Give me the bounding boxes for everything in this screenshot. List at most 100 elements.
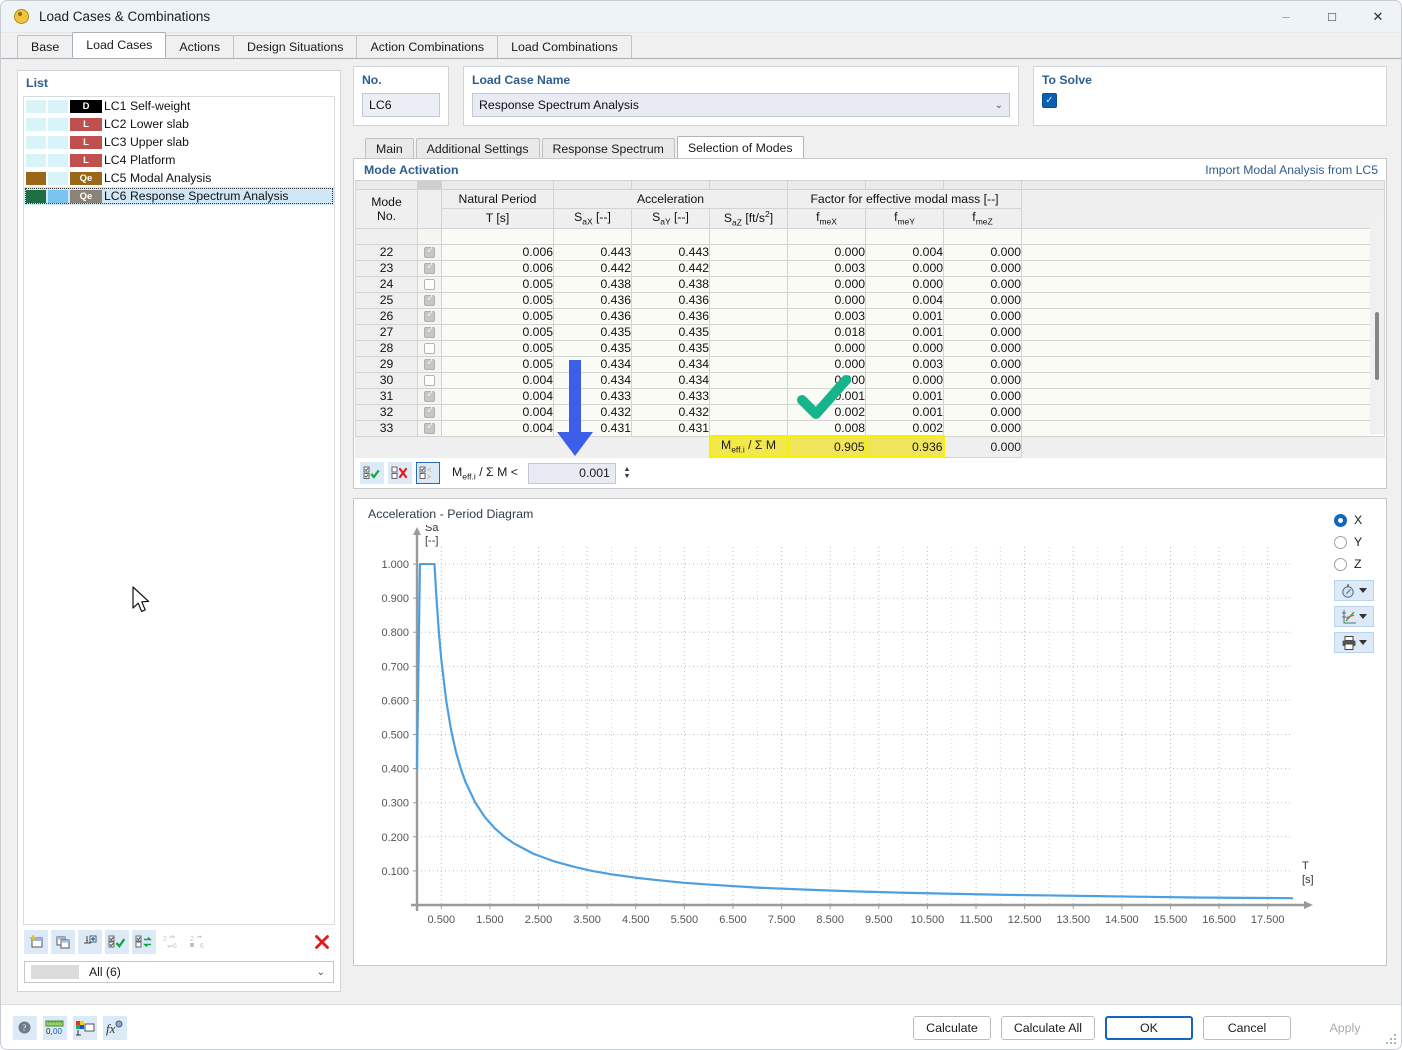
mode-checkbox[interactable]	[424, 375, 435, 386]
minimize-button[interactable]: –	[1263, 1, 1309, 33]
mode-checkbox[interactable]	[424, 247, 435, 258]
mode-checkbox[interactable]	[424, 343, 435, 354]
cell-activation[interactable]	[418, 388, 442, 404]
cell-activation[interactable]	[418, 340, 442, 356]
load-case-list[interactable]: D LC1 Self-weight L LC2 Lower slab L	[23, 96, 335, 925]
close-button[interactable]: ✕	[1355, 1, 1401, 33]
radio-axis-z[interactable]: Z	[1334, 553, 1378, 575]
cell-activation[interactable]	[418, 276, 442, 292]
cell-activation[interactable]	[418, 420, 442, 436]
chart-canvas[interactable]: 0.1000.2000.3000.4000.5000.6000.7000.800…	[362, 525, 1322, 955]
radio-dot-y[interactable]	[1334, 536, 1347, 549]
list-item[interactable]: L LC2 Lower slab	[24, 115, 334, 133]
col-header-activation[interactable]	[418, 190, 442, 229]
deactivate-all-modes-button[interactable]	[388, 462, 412, 484]
tab-load-combinations[interactable]: Load Combinations	[497, 35, 632, 58]
table-row[interactable]: 220.0060.4430.4430.0000.0040.000	[356, 244, 1385, 260]
apply-threshold-button[interactable]: <>	[416, 462, 440, 484]
radio-dot-z[interactable]	[1334, 558, 1347, 571]
tab-action-combinations[interactable]: Action Combinations	[356, 35, 498, 58]
mode-checkbox[interactable]	[424, 295, 435, 306]
table-row[interactable]: 320.0040.4320.4320.0020.0010.000	[356, 404, 1385, 420]
table-row[interactable]: 260.0050.4360.4360.0030.0010.000	[356, 308, 1385, 324]
mode-checkbox[interactable]	[424, 359, 435, 370]
formula-icon[interactable]: fx	[103, 1016, 127, 1040]
cell-activation[interactable]	[418, 404, 442, 420]
delete-icon[interactable]	[310, 930, 334, 954]
table-row[interactable]: 230.0060.4420.4420.0030.0000.000	[356, 260, 1385, 276]
table-row[interactable]: 240.0050.4380.4380.0000.0000.000	[356, 276, 1385, 292]
chevron-down-icon[interactable]	[1359, 640, 1367, 645]
cell-activation[interactable]	[418, 324, 442, 340]
import-modal-analysis-link[interactable]: Import Modal Analysis from LC5	[1205, 163, 1378, 177]
cell-activation[interactable]	[418, 372, 442, 388]
to-solve-checkbox[interactable]: ✓	[1042, 93, 1057, 108]
display-properties-icon[interactable]	[73, 1016, 97, 1040]
maximize-button[interactable]: □	[1309, 1, 1355, 33]
col-header-mode-no[interactable]: ModeNo.	[356, 190, 418, 229]
table-row[interactable]: 250.0050.4360.4360.0000.0040.000	[356, 292, 1385, 308]
radio-dot-x[interactable]	[1334, 514, 1347, 527]
units-icon[interactable]: 0,00	[43, 1016, 67, 1040]
scrollbar-thumb[interactable]	[1375, 312, 1379, 380]
tab-selection-of-modes[interactable]: Selection of Modes	[677, 136, 804, 158]
activate-all-modes-button[interactable]	[360, 462, 384, 484]
table-row[interactable]: 270.0050.4350.4350.0180.0010.000	[356, 324, 1385, 340]
threshold-input[interactable]: 0.001	[528, 463, 616, 484]
calculate-all-button[interactable]: Calculate All	[1001, 1016, 1095, 1040]
new-load-case-icon[interactable]	[24, 930, 48, 954]
mode-checkbox[interactable]	[424, 391, 435, 402]
radio-axis-x[interactable]: X	[1334, 509, 1378, 531]
mode-checkbox[interactable]	[424, 423, 435, 434]
tab-design-situations[interactable]: Design Situations	[233, 35, 357, 58]
axis-scale-icon[interactable]	[1334, 606, 1374, 627]
mode-checkbox[interactable]	[424, 279, 435, 290]
table-row[interactable]: 280.0050.4350.4350.0000.0000.000	[356, 340, 1385, 356]
list-item[interactable]: L LC3 Upper slab	[24, 133, 334, 151]
list-item[interactable]: Qe LC5 Modal Analysis	[24, 169, 334, 187]
table-scrollbar[interactable]	[1370, 216, 1384, 434]
tab-actions[interactable]: Actions	[165, 35, 234, 58]
chevron-down-icon[interactable]: ⌄	[995, 100, 1003, 111]
tab-main[interactable]: Main	[365, 138, 414, 158]
list-item-selected[interactable]: Qe LC6 Response Spectrum Analysis	[24, 187, 334, 205]
invert-selection-icon[interactable]	[132, 930, 156, 954]
copy-load-case-icon[interactable]	[51, 930, 75, 954]
table-row[interactable]: 290.0050.4340.4340.0000.0030.000	[356, 356, 1385, 372]
mode-checkbox[interactable]	[424, 407, 435, 418]
no-input[interactable]: LC6	[362, 93, 440, 117]
mode-checkbox[interactable]	[424, 311, 435, 322]
list-filter-select[interactable]: All (6) ⌄	[24, 961, 334, 983]
cell-activation[interactable]	[418, 244, 442, 260]
table-row[interactable]: 310.0040.4330.4330.0010.0010.000	[356, 388, 1385, 404]
list-item[interactable]: L LC4 Platform	[24, 151, 334, 169]
ok-button[interactable]: OK	[1105, 1016, 1193, 1040]
tab-base[interactable]: Base	[17, 35, 73, 58]
mode-checkbox[interactable]	[424, 263, 435, 274]
chevron-down-icon[interactable]	[1359, 614, 1367, 619]
cell-activation[interactable]	[418, 356, 442, 372]
diagram-settings-icon[interactable]	[1334, 580, 1374, 601]
calculate-button[interactable]: Calculate	[913, 1016, 991, 1040]
cell-activation[interactable]	[418, 260, 442, 276]
tab-additional-settings[interactable]: Additional Settings	[416, 138, 540, 158]
modes-table[interactable]: ModeNo. Natural Period Acceleration Fact…	[355, 180, 1385, 458]
print-icon[interactable]	[1334, 632, 1374, 653]
select-all-icon[interactable]	[105, 930, 129, 954]
chevron-down-icon[interactable]	[1359, 588, 1367, 593]
resize-grip[interactable]	[1386, 1034, 1398, 1046]
table-row[interactable]: 330.0040.4310.4310.0080.0020.000	[356, 420, 1385, 436]
stepper-up-icon[interactable]: ▲	[623, 466, 630, 473]
tab-response-spectrum[interactable]: Response Spectrum	[542, 138, 675, 158]
info-icon[interactable]: ?	[13, 1016, 37, 1040]
cell-activation[interactable]	[418, 308, 442, 324]
threshold-stepper[interactable]: ▲ ▼	[620, 463, 634, 484]
tab-load-cases[interactable]: Load Cases	[72, 32, 166, 58]
table-row[interactable]: 300.0040.4340.4340.0000.0000.000	[356, 372, 1385, 388]
list-item[interactable]: D LC1 Self-weight	[24, 97, 334, 115]
name-input[interactable]: Response Spectrum Analysis ⌄	[472, 93, 1010, 117]
cancel-button[interactable]: Cancel	[1203, 1016, 1291, 1040]
radio-axis-y[interactable]: Y	[1334, 531, 1378, 553]
mode-checkbox[interactable]	[424, 327, 435, 338]
insert-load-case-icon[interactable]	[78, 930, 102, 954]
